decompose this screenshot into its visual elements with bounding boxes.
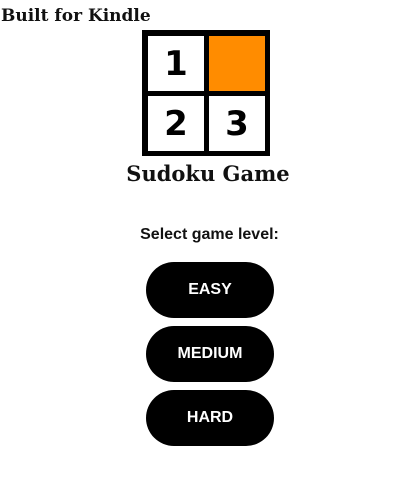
logo-cell-1: 1	[148, 36, 204, 91]
easy-button[interactable]: EASY	[146, 262, 274, 318]
sudoku-logo: 1 2 3	[142, 30, 270, 156]
page-title: Sudoku Game	[126, 161, 290, 186]
medium-button[interactable]: MEDIUM	[146, 326, 274, 382]
level-prompt: Select game level:	[140, 226, 279, 243]
hard-button[interactable]: HARD	[146, 390, 274, 446]
logo-cell-accent	[209, 36, 265, 91]
built-for-kindle-label: Built for Kindle	[1, 6, 151, 26]
logo-cell-3: 3	[209, 96, 265, 151]
logo-cell-2: 2	[148, 96, 204, 151]
